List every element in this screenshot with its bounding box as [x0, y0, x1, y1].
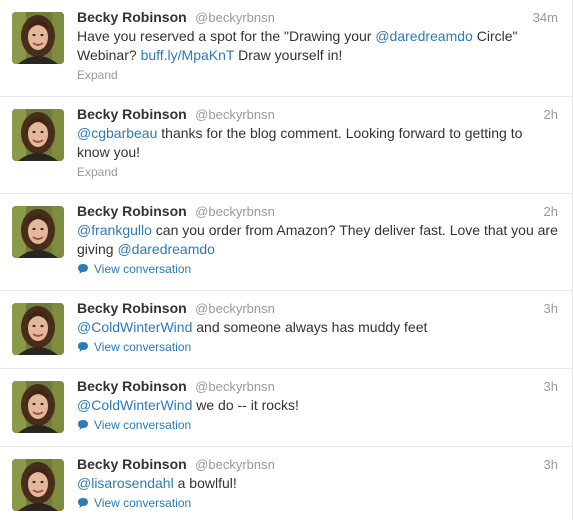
tweet-text-segment: a bowlful!	[173, 475, 237, 491]
author-handle[interactable]: @beckyrbnsn	[195, 10, 275, 25]
author-name[interactable]: Becky Robinson	[77, 378, 187, 394]
tweet-header: Becky Robinson @beckyrbnsn 3h	[77, 455, 558, 474]
timestamp[interactable]: 3h	[544, 299, 558, 318]
timestamp[interactable]: 2h	[544, 202, 558, 221]
mention-link[interactable]: @lisarosendahl	[77, 475, 174, 491]
view-conversation-label[interactable]: View conversation	[94, 339, 191, 355]
speech-bubble-icon	[77, 419, 89, 431]
tweet-stream: Becky Robinson @beckyrbnsn 34m Have you …	[0, 0, 573, 520]
author-name[interactable]: Becky Robinson	[77, 9, 187, 25]
tweet-header: Becky Robinson @beckyrbnsn 3h	[77, 299, 558, 318]
mention-link[interactable]: @daredreamdo	[117, 241, 215, 257]
author-handle[interactable]: @beckyrbnsn	[195, 379, 275, 394]
tweet-text: @ColdWinterWind and someone always has m…	[77, 318, 558, 337]
author-name[interactable]: Becky Robinson	[77, 456, 187, 472]
tweet-content: Becky Robinson @beckyrbnsn 3h @ColdWinte…	[77, 377, 558, 433]
view-conversation-link[interactable]: View conversation	[77, 417, 558, 433]
tweet-content: Becky Robinson @beckyrbnsn 34m Have you …	[77, 8, 558, 83]
tweet-content: Becky Robinson @beckyrbnsn 3h @ColdWinte…	[77, 299, 558, 355]
timestamp[interactable]: 2h	[544, 105, 558, 124]
url-link[interactable]: buff.ly/MpaKnT	[141, 47, 235, 63]
author-handle[interactable]: @beckyrbnsn	[195, 204, 275, 219]
view-conversation-label[interactable]: View conversation	[94, 495, 191, 511]
view-conversation-label[interactable]: View conversation	[94, 261, 191, 277]
speech-bubble-icon	[77, 263, 89, 275]
tweet[interactable]: Becky Robinson @beckyrbnsn 34m Have you …	[0, 0, 572, 97]
author-handle[interactable]: @beckyrbnsn	[195, 301, 275, 316]
tweet-header: Becky Robinson @beckyrbnsn 3h	[77, 377, 558, 396]
tweet-text: Have you reserved a spot for the "Drawin…	[77, 27, 558, 65]
tweet[interactable]: Becky Robinson @beckyrbnsn 3h @lisarosen…	[0, 447, 572, 520]
timestamp[interactable]: 34m	[533, 8, 558, 27]
avatar[interactable]	[12, 12, 64, 64]
avatar[interactable]	[12, 459, 64, 511]
speech-bubble-icon	[77, 497, 89, 509]
avatar[interactable]	[12, 109, 64, 161]
tweet-content: Becky Robinson @beckyrbnsn 3h @lisarosen…	[77, 455, 558, 511]
tweet[interactable]: Becky Robinson @beckyrbnsn 3h @ColdWinte…	[0, 291, 572, 369]
tweet-text: @cgbarbeau thanks for the blog comment. …	[77, 124, 558, 162]
tweet-text: @ColdWinterWind we do -- it rocks!	[77, 396, 558, 415]
view-conversation-label[interactable]: View conversation	[94, 417, 191, 433]
avatar[interactable]	[12, 303, 64, 355]
expand-link[interactable]: Expand	[77, 67, 558, 83]
mention-link[interactable]: @ColdWinterWind	[77, 397, 192, 413]
speech-bubble-icon	[77, 341, 89, 353]
tweet[interactable]: Becky Robinson @beckyrbnsn 2h @frankgull…	[0, 194, 572, 291]
timestamp[interactable]: 3h	[544, 455, 558, 474]
tweet-header: Becky Robinson @beckyrbnsn 34m	[77, 8, 558, 27]
author-name[interactable]: Becky Robinson	[77, 300, 187, 316]
tweet-header: Becky Robinson @beckyrbnsn 2h	[77, 202, 558, 221]
tweet-header: Becky Robinson @beckyrbnsn 2h	[77, 105, 558, 124]
expand-link[interactable]: Expand	[77, 164, 558, 180]
tweet-text-segment: Draw yourself in!	[234, 47, 343, 63]
author-name[interactable]: Becky Robinson	[77, 106, 187, 122]
mention-link[interactable]: @ColdWinterWind	[77, 319, 192, 335]
tweet-content: Becky Robinson @beckyrbnsn 2h @cgbarbeau…	[77, 105, 558, 180]
tweet-text-segment: Have you reserved a spot for the "Drawin…	[77, 28, 376, 44]
tweet[interactable]: Becky Robinson @beckyrbnsn 2h @cgbarbeau…	[0, 97, 572, 194]
avatar[interactable]	[12, 381, 64, 433]
tweet-text-segment: we do -- it rocks!	[192, 397, 299, 413]
mention-link[interactable]: @daredreamdo	[375, 28, 473, 44]
tweet[interactable]: Becky Robinson @beckyrbnsn 3h @ColdWinte…	[0, 369, 572, 447]
timestamp[interactable]: 3h	[544, 377, 558, 396]
author-handle[interactable]: @beckyrbnsn	[195, 107, 275, 122]
mention-link[interactable]: @cgbarbeau	[77, 125, 157, 141]
avatar[interactable]	[12, 206, 64, 258]
author-handle[interactable]: @beckyrbnsn	[195, 457, 275, 472]
tweet-content: Becky Robinson @beckyrbnsn 2h @frankgull…	[77, 202, 558, 277]
tweet-text-segment: and someone always has muddy feet	[192, 319, 428, 335]
view-conversation-link[interactable]: View conversation	[77, 261, 558, 277]
tweet-text: @lisarosendahl a bowlful!	[77, 474, 558, 493]
mention-link[interactable]: @frankgullo	[77, 222, 152, 238]
tweet-text: @frankgullo can you order from Amazon? T…	[77, 221, 558, 259]
view-conversation-link[interactable]: View conversation	[77, 339, 558, 355]
author-name[interactable]: Becky Robinson	[77, 203, 187, 219]
view-conversation-link[interactable]: View conversation	[77, 495, 558, 511]
